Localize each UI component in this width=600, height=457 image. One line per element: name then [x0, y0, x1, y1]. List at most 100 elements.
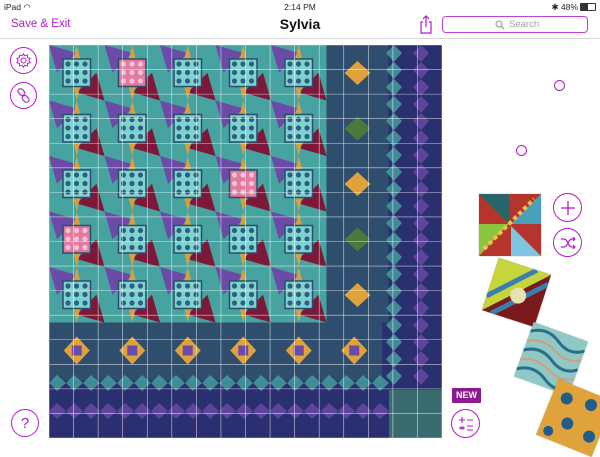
block-dot — [129, 189, 135, 195]
block-dot — [304, 244, 310, 251]
block-dot — [137, 300, 144, 306]
block-dot — [304, 283, 310, 289]
block-dot — [193, 180, 199, 187]
block-dot — [65, 172, 71, 178]
fabric-block[interactable] — [513, 321, 589, 397]
block-dot — [176, 133, 182, 140]
block-dot — [65, 244, 71, 251]
save-exit-button[interactable]: Save & Exit — [11, 18, 70, 30]
block-dot — [240, 227, 246, 234]
block-dot — [129, 236, 135, 242]
settings-button[interactable] — [10, 47, 37, 74]
fabric-block[interactable] — [479, 194, 541, 256]
block-dot — [65, 61, 71, 67]
search-input[interactable] — [509, 18, 579, 31]
block-dot — [184, 116, 191, 123]
block-dot — [287, 291, 293, 298]
block-dot — [287, 300, 293, 306]
block-dot — [184, 69, 191, 76]
calculator-button[interactable] — [451, 409, 480, 438]
block-dot — [304, 61, 310, 67]
bottom-center — [293, 345, 304, 356]
block-dot — [193, 244, 199, 251]
block-dot — [231, 227, 238, 234]
block-dot — [120, 291, 127, 298]
block-dot — [120, 133, 127, 140]
block-dot — [231, 78, 238, 84]
block-dot — [231, 300, 238, 306]
block-dot — [176, 116, 182, 123]
block-dot — [240, 125, 246, 131]
block-dot — [176, 61, 182, 67]
block-dot — [82, 125, 88, 131]
share-button[interactable] — [418, 15, 434, 35]
block-dot — [137, 116, 144, 123]
block-dot — [129, 283, 135, 289]
block-dot — [137, 291, 144, 298]
add-block-button[interactable] — [553, 193, 582, 222]
block-dot — [240, 78, 246, 84]
block-dot — [287, 189, 293, 195]
block-dot — [73, 236, 80, 242]
block-dot — [73, 116, 80, 123]
block-dot — [120, 61, 127, 67]
block-dot — [82, 133, 88, 140]
block-dot — [73, 227, 80, 234]
block-dot — [82, 61, 88, 67]
chain-link-icon — [17, 88, 30, 103]
block-dot — [82, 244, 88, 251]
block-dot — [287, 180, 293, 187]
block-dot — [304, 227, 310, 234]
block-dot — [65, 291, 71, 298]
shuffle-button[interactable] — [553, 228, 582, 257]
fabric-block-image — [481, 257, 552, 328]
block-dot — [193, 300, 199, 306]
block-dot — [184, 61, 191, 67]
block-dot — [129, 180, 135, 187]
block-dot — [82, 78, 88, 84]
block-dot — [82, 180, 88, 187]
block-dot — [73, 61, 80, 67]
block-dot — [176, 78, 182, 84]
block-dot — [248, 227, 255, 234]
block-dot — [304, 300, 310, 306]
block-dot — [240, 180, 246, 187]
fabric-block[interactable] — [481, 257, 552, 328]
calculator-icon — [458, 416, 473, 431]
block-dot — [240, 172, 246, 178]
quilt-design[interactable] — [49, 45, 442, 438]
block-dot — [295, 244, 302, 251]
block-dot — [184, 283, 191, 289]
block-dot — [295, 61, 302, 67]
block-dot — [248, 125, 255, 131]
block-dot — [295, 69, 302, 76]
gear-icon — [16, 52, 31, 69]
search-box[interactable] — [442, 16, 588, 33]
fabric-block[interactable] — [535, 378, 600, 457]
block-dot — [73, 172, 80, 178]
block-dot — [287, 172, 293, 178]
block-dot — [120, 227, 127, 234]
block-dot — [193, 125, 199, 131]
block-dot — [231, 291, 238, 298]
link-button[interactable] — [10, 82, 37, 109]
block-dot — [137, 133, 144, 140]
block-dot — [304, 189, 310, 195]
block-dot — [193, 189, 199, 195]
block-dot — [295, 227, 302, 234]
block-dot — [65, 227, 71, 234]
block-dot — [295, 133, 302, 140]
block-dot — [295, 116, 302, 123]
block-dot — [137, 180, 144, 187]
block-dot — [73, 78, 80, 84]
help-button[interactable]: ? — [11, 409, 39, 437]
block-dot — [137, 125, 144, 131]
block-dot — [287, 283, 293, 289]
block-dot — [129, 172, 135, 178]
block-dot — [193, 227, 199, 234]
quilt-canvas[interactable] — [49, 45, 442, 438]
block-dot — [193, 172, 199, 178]
block-dot — [248, 61, 255, 67]
share-icon — [420, 15, 432, 34]
block-dot — [248, 300, 255, 306]
